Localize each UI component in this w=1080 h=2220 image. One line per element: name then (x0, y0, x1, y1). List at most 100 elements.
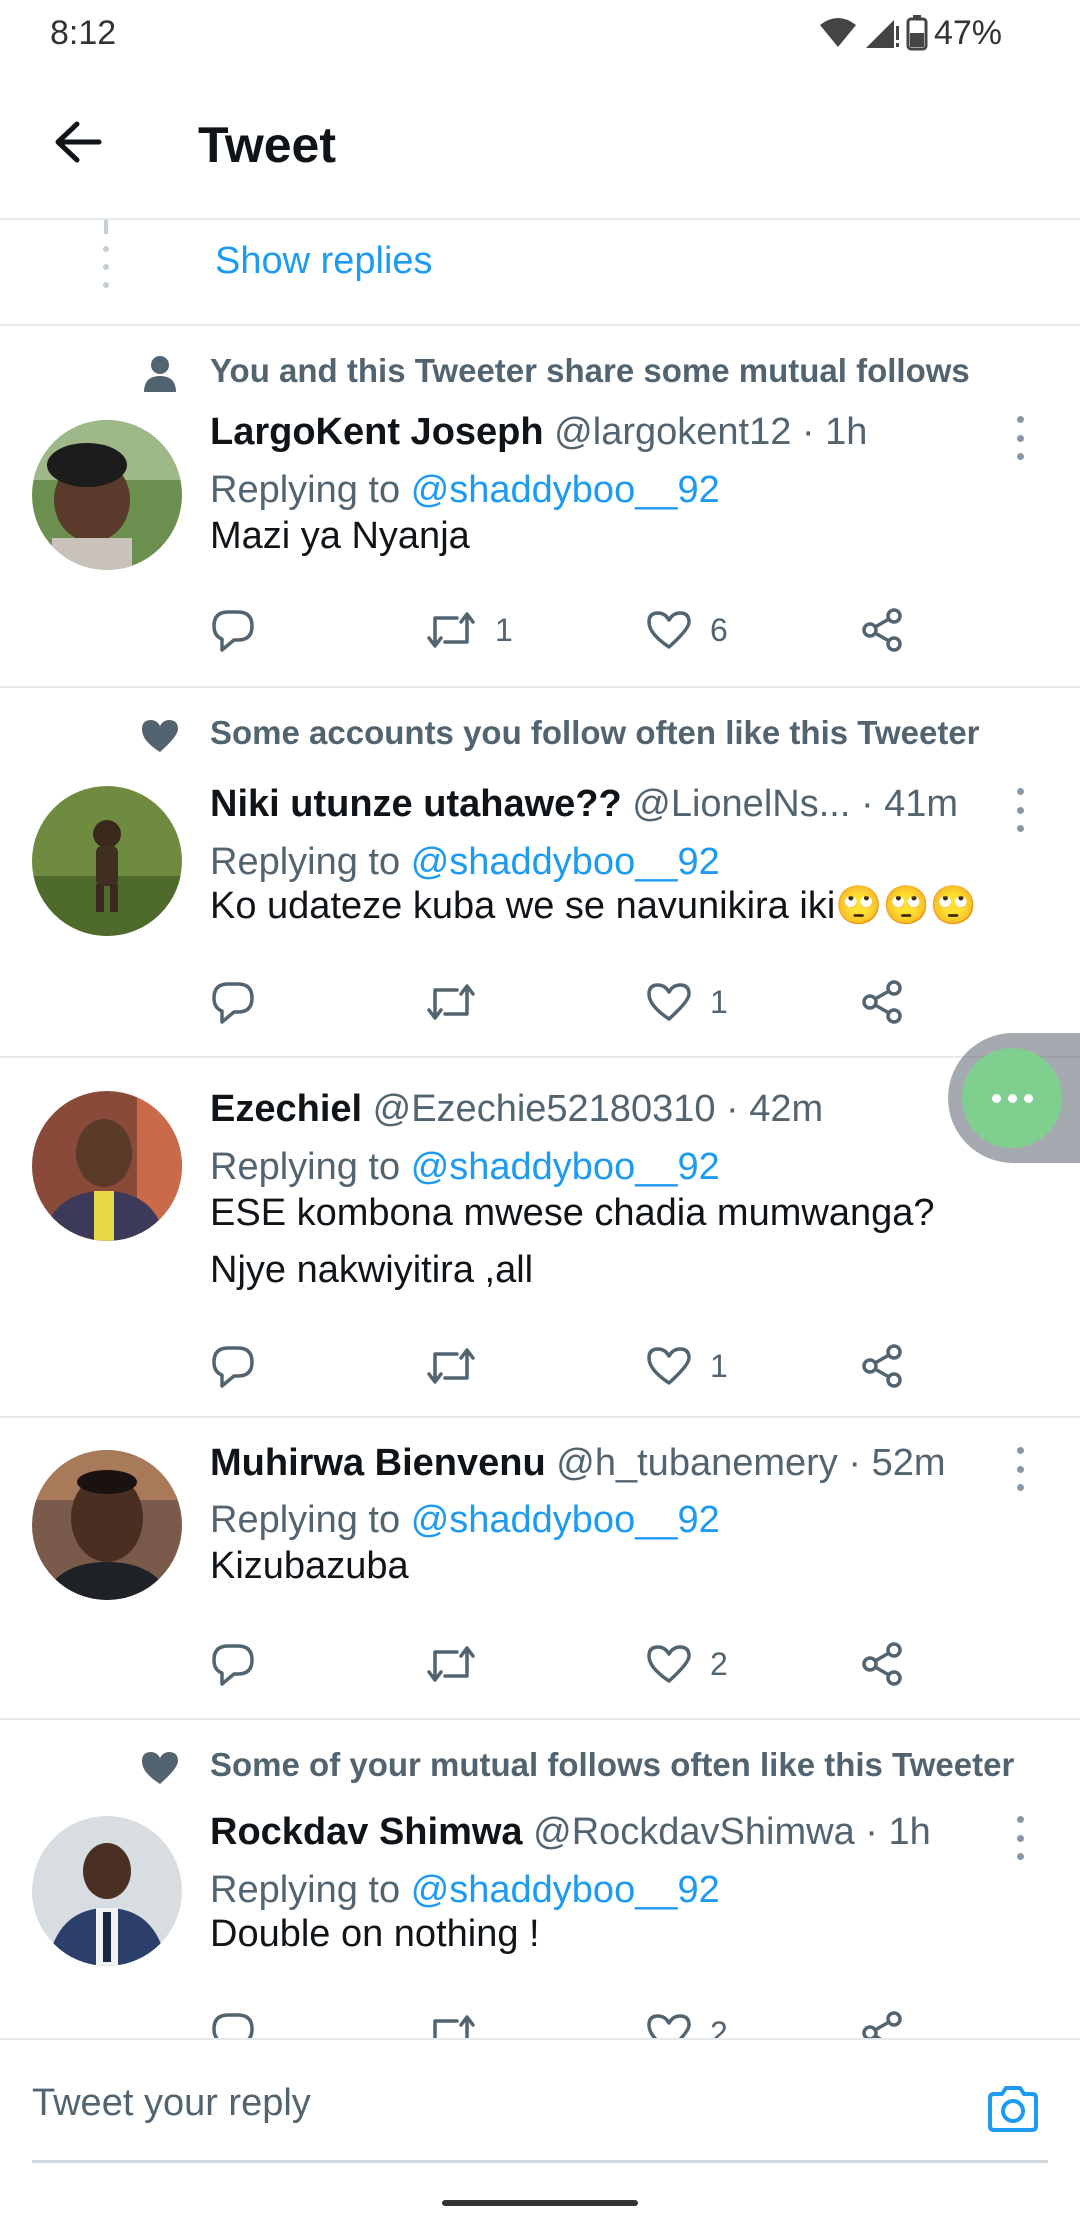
mention-link[interactable]: @shaddyboo__92 (411, 1869, 720, 1911)
more-options-button[interactable] (1010, 788, 1030, 832)
heart-outline-icon (647, 983, 691, 1021)
like-button[interactable]: 2 (646, 1634, 728, 1694)
social-context: You and this Tweeter share some mutual f… (210, 352, 970, 389)
like-button[interactable]: 1 (646, 972, 728, 1032)
share-icon (862, 980, 902, 1024)
more-options-button[interactable] (1010, 1447, 1030, 1491)
reply-button[interactable] (210, 2003, 256, 2038)
share-button[interactable] (860, 2003, 904, 2038)
tweet-actions: 1 6 (210, 600, 910, 660)
reply-icon (212, 982, 254, 1024)
reply-button[interactable] (210, 600, 256, 660)
tweet-header: Muhirwa Bienvenu @h_tubanemery · 52m (210, 1442, 946, 1485)
tweet-time: · 41m (860, 783, 959, 825)
tweet-actions: 1 (210, 1336, 910, 1396)
display-name[interactable]: Niki utunze utahawe?? (210, 783, 622, 825)
show-replies-row[interactable]: Show replies (0, 220, 1080, 326)
replying-prefix: Replying to (210, 841, 401, 883)
floating-menu-button[interactable] (962, 1048, 1062, 1148)
retweet-icon (427, 1348, 475, 1384)
signal-icon (865, 20, 899, 48)
tweet[interactable]: Some of your mutual follows often like t… (0, 1720, 1080, 2038)
mention-link[interactable]: @shaddyboo__92 (411, 1146, 720, 1188)
replies-feed[interactable]: You and this Tweeter share some mutual f… (0, 326, 1080, 2038)
tweet-text: Ko udateze kuba we se navunikira iki🙄🙄🙄 (210, 885, 978, 927)
replying-prefix: Replying to (210, 1499, 401, 1541)
tweet-header: Ezechiel @Ezechie52180310 · 42m (210, 1088, 823, 1131)
tweet[interactable]: Muhirwa Bienvenu @h_tubanemery · 52m Rep… (0, 1418, 1080, 1720)
display-name[interactable]: LargoKent Joseph (210, 411, 544, 453)
heart-outline-icon (647, 1347, 691, 1385)
like-count: 6 (710, 611, 728, 648)
display-name[interactable]: Ezechiel (210, 1088, 362, 1130)
retweet-icon (427, 612, 475, 648)
retweet-button[interactable]: 1 (425, 600, 513, 660)
share-button[interactable] (860, 1336, 904, 1396)
tweet[interactable]: Some accounts you follow often like this… (0, 688, 1080, 1058)
reply-icon (212, 1644, 254, 1686)
tweet-header: LargoKent Joseph @largokent12 · 1h (210, 411, 867, 454)
camera-button[interactable] (984, 2080, 1042, 2138)
like-count: 2 (710, 2014, 728, 2039)
more-options-button[interactable] (1010, 1816, 1030, 1860)
mention-link[interactable]: @shaddyboo__92 (411, 469, 720, 511)
reply-icon (212, 1346, 254, 1388)
user-handle[interactable]: @Ezechie52180310 (373, 1088, 716, 1130)
share-button[interactable] (860, 600, 904, 660)
tweet[interactable]: Ezechiel @Ezechie52180310 · 42m Replying… (0, 1058, 1080, 1418)
tweet-header: Rockdav Shimwa @RockdavShimwa · 1h (210, 1811, 931, 1854)
display-name[interactable]: Rockdav Shimwa (210, 1811, 523, 1853)
share-button[interactable] (860, 1634, 904, 1694)
home-indicator[interactable] (442, 2200, 638, 2206)
avatar[interactable] (32, 786, 182, 936)
tweet-text: Double on nothing ! (210, 1913, 540, 1955)
tweet-time: · 42m (726, 1088, 824, 1130)
heart-outline-icon (647, 2014, 691, 2038)
social-context: Some accounts you follow often like this… (210, 714, 980, 751)
replying-prefix: Replying to (210, 469, 401, 511)
wifi-icon (819, 18, 856, 47)
retweet-button[interactable] (425, 2003, 495, 2038)
tweet-header: Niki utunze utahawe?? @LionelNs... · 41m (210, 783, 958, 826)
reply-button[interactable] (210, 972, 256, 1032)
like-count: 1 (710, 983, 728, 1020)
reply-button[interactable] (210, 1634, 256, 1694)
battery-percent: 47% (933, 13, 1002, 52)
user-handle[interactable]: @RockdavShimwa (533, 1811, 855, 1853)
reply-input[interactable]: Tweet your reply (32, 2082, 311, 2125)
thread-dots (103, 246, 109, 306)
replying-prefix: Replying to (210, 1146, 401, 1188)
share-button[interactable] (860, 972, 904, 1032)
retweet-icon (427, 984, 475, 1020)
battery-icon (906, 15, 928, 51)
user-handle[interactable]: @LionelNs... (632, 783, 850, 825)
tweet-text: ESE kombona mwese chadia mumwanga? Njye … (210, 1185, 1060, 1299)
status-bar: 8:12 47% (0, 0, 1080, 70)
heart-outline-icon (647, 1645, 691, 1683)
mention-link[interactable]: @shaddyboo__92 (411, 1499, 720, 1541)
display-name[interactable]: Muhirwa Bienvenu (210, 1442, 546, 1484)
more-options-button[interactable] (1010, 416, 1030, 460)
like-button[interactable]: 1 (646, 1336, 728, 1396)
tweet[interactable]: You and this Tweeter share some mutual f… (0, 326, 1080, 688)
retweet-button[interactable] (425, 1634, 495, 1694)
tweet-actions: 1 (210, 972, 910, 1032)
user-handle[interactable]: @h_tubanemery (556, 1442, 838, 1484)
avatar[interactable] (32, 1450, 182, 1600)
avatar[interactable] (32, 1091, 182, 1241)
back-button[interactable] (48, 112, 108, 172)
retweet-button[interactable] (425, 972, 495, 1032)
like-button[interactable]: 2 (646, 2003, 728, 2038)
like-button[interactable]: 6 (646, 600, 728, 660)
avatar[interactable] (32, 1816, 182, 1966)
reply-input-underline (32, 2160, 1048, 2163)
user-handle[interactable]: @largokent12 (554, 411, 791, 453)
tweet-text-line: Njye nakwiyitira ,all (210, 1249, 534, 1291)
replying-prefix: Replying to (210, 1869, 401, 1911)
avatar[interactable] (32, 420, 182, 570)
show-replies-link[interactable]: Show replies (215, 240, 433, 283)
retweet-button[interactable] (425, 1336, 495, 1396)
reply-button[interactable] (210, 1336, 256, 1396)
mention-link[interactable]: @shaddyboo__92 (411, 841, 720, 883)
replying-to: Replying to @shaddyboo__92 (210, 469, 720, 512)
